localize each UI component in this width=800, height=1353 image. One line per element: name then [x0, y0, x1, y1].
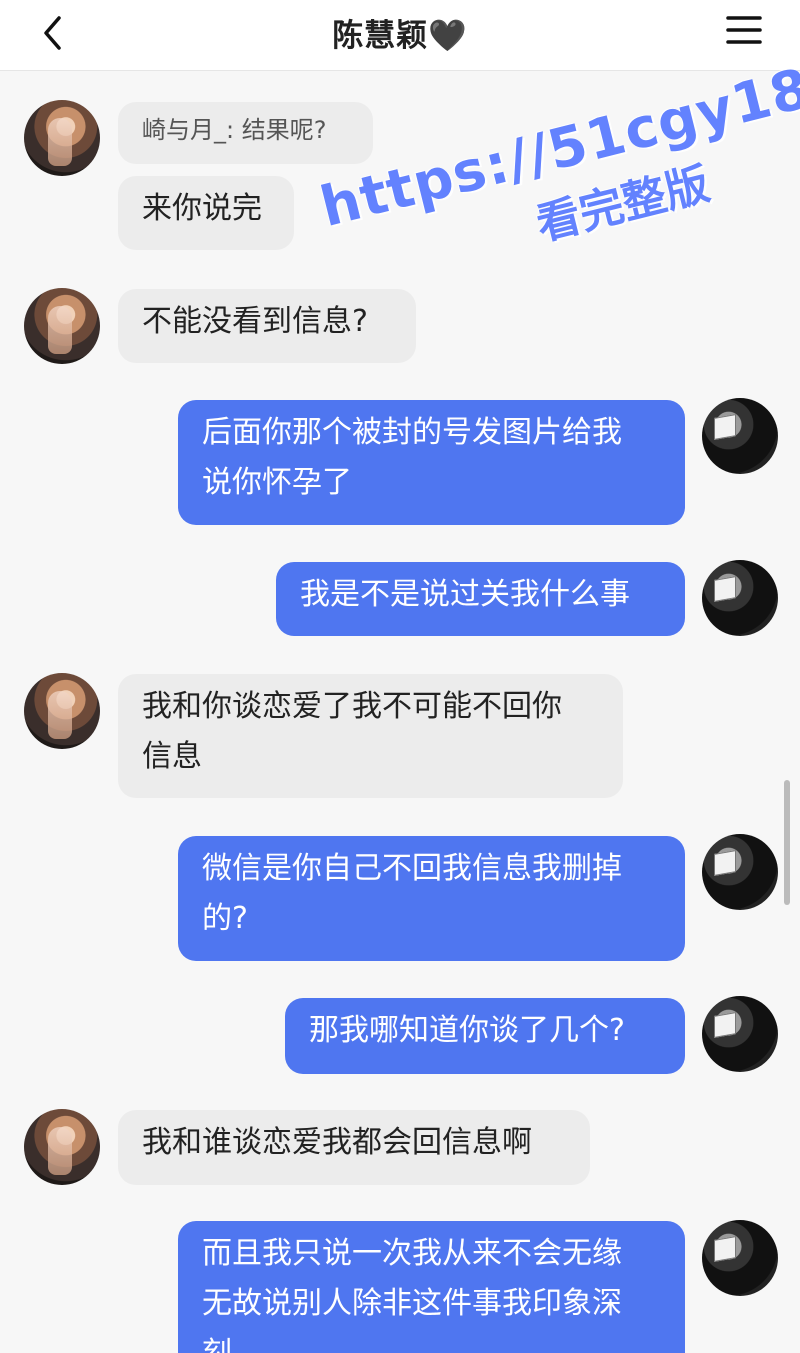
- message-line: 微信是你自己不回我信息我删掉: [202, 851, 622, 886]
- avatar[interactable]: [702, 398, 778, 474]
- scrollbar[interactable]: [784, 780, 790, 905]
- message-line: 刻: [202, 1336, 232, 1353]
- quoted-message-bubble[interactable]: 崎与月_: 结果呢?: [118, 102, 373, 164]
- avatar[interactable]: [24, 1109, 100, 1185]
- message-line: 而且我只说一次我从来不会无缘: [202, 1236, 622, 1271]
- avatar[interactable]: [24, 288, 100, 364]
- message-bubble[interactable]: 我和你谈恋爱了我不可能不回你 信息: [118, 674, 623, 798]
- message-bubble[interactable]: 那我哪知道你谈了几个?: [285, 998, 685, 1074]
- message-line: 的?: [202, 901, 248, 936]
- avatar[interactable]: [702, 834, 778, 910]
- avatar[interactable]: [702, 560, 778, 636]
- message-line: 后面你那个被封的号发图片给我: [202, 415, 622, 450]
- avatar[interactable]: [702, 996, 778, 1072]
- message-bubble[interactable]: 后面你那个被封的号发图片给我 说你怀孕了: [178, 400, 685, 525]
- message-line: 无故说别人除非这件事我印象深: [202, 1286, 622, 1321]
- message-line: 信息: [142, 739, 202, 774]
- message-bubble[interactable]: 不能没看到信息?: [118, 289, 416, 363]
- avatar[interactable]: [24, 100, 100, 176]
- avatar[interactable]: [702, 1220, 778, 1296]
- message-bubble[interactable]: 我是不是说过关我什么事: [276, 562, 685, 636]
- message-bubble[interactable]: 来你说完: [118, 176, 294, 250]
- avatar[interactable]: [24, 673, 100, 749]
- message-line: 我和你谈恋爱了我不可能不回你: [142, 689, 562, 724]
- message-bubble[interactable]: 我和谁谈恋爱我都会回信息啊: [118, 1110, 590, 1185]
- message-line: 说你怀孕了: [202, 465, 352, 500]
- message-bubble[interactable]: 而且我只说一次我从来不会无缘 无故说别人除非这件事我印象深 刻: [178, 1221, 685, 1353]
- message-bubble[interactable]: 微信是你自己不回我信息我删掉 的?: [178, 836, 685, 961]
